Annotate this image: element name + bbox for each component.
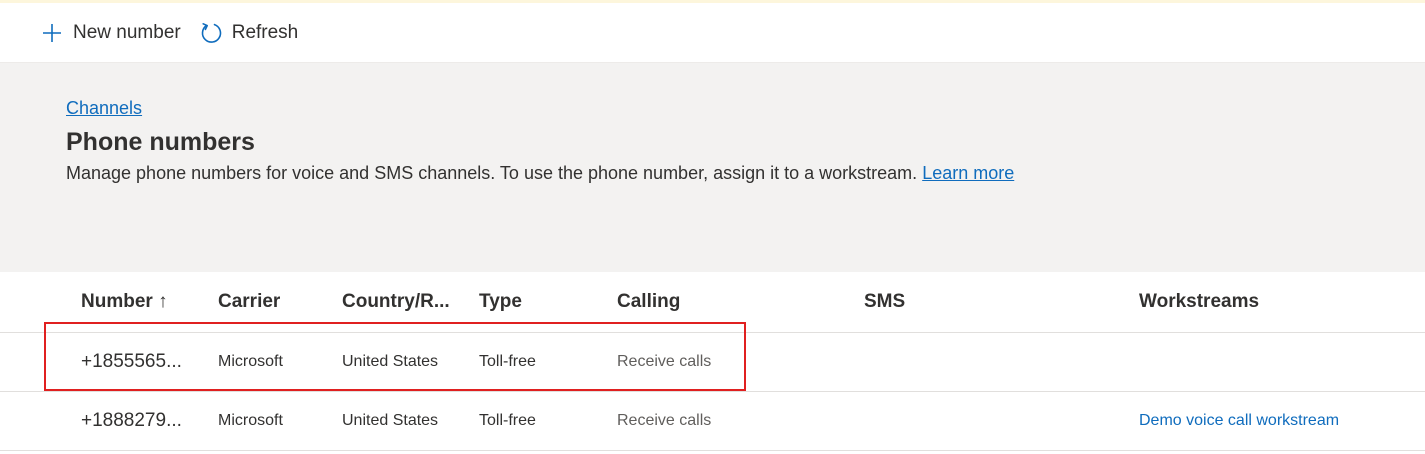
column-header-sms[interactable]: SMS <box>864 291 905 313</box>
cell-type: Toll-free <box>479 353 536 370</box>
cell-number[interactable]: +1888279... <box>81 410 182 432</box>
phone-numbers-grid: Number ↑ Carrier Country/R... Type Calli… <box>0 272 1425 454</box>
table-row[interactable]: +1855565... Microsoft United States Toll… <box>0 333 1425 392</box>
cell-number[interactable]: +1855565... <box>81 351 182 373</box>
cell-calling: Receive calls <box>617 353 712 370</box>
cell-country: United States <box>342 353 439 370</box>
grid-header-row: Number ↑ Carrier Country/R... Type Calli… <box>0 272 1425 333</box>
page-description-text: Manage phone numbers for voice and SMS c… <box>66 163 918 183</box>
column-header-country[interactable]: Country/R... <box>342 291 450 313</box>
cell-country: United States <box>342 412 439 429</box>
column-header-type[interactable]: Type <box>479 291 522 313</box>
table-row[interactable]: +1888279... Microsoft United States Toll… <box>0 392 1425 451</box>
page-header: Channels Phone numbers Manage phone numb… <box>0 63 1425 272</box>
learn-more-link[interactable]: Learn more <box>922 163 1014 183</box>
breadcrumb-channels[interactable]: Channels <box>66 98 142 119</box>
refresh-icon <box>199 21 223 45</box>
new-number-button[interactable]: New number <box>38 15 187 51</box>
cell-carrier: Microsoft <box>218 412 283 429</box>
cell-carrier: Microsoft <box>218 353 283 370</box>
column-header-workstreams[interactable]: Workstreams <box>1139 291 1259 313</box>
plus-icon <box>40 21 64 45</box>
cell-calling: Receive calls <box>617 412 712 429</box>
column-header-carrier[interactable]: Carrier <box>218 291 280 313</box>
new-number-label: New number <box>73 21 181 43</box>
refresh-label: Refresh <box>231 21 299 43</box>
column-header-number[interactable]: Number ↑ <box>81 291 168 313</box>
cell-workstreams[interactable]: Demo voice call workstream <box>1139 412 1339 430</box>
page-description: Manage phone numbers for voice and SMS c… <box>66 163 1014 184</box>
refresh-button[interactable]: Refresh <box>197 15 305 51</box>
column-header-calling[interactable]: Calling <box>617 291 680 313</box>
cell-type: Toll-free <box>479 412 536 429</box>
command-bar: New number Refresh <box>0 3 1425 63</box>
page-title: Phone numbers <box>66 128 255 156</box>
